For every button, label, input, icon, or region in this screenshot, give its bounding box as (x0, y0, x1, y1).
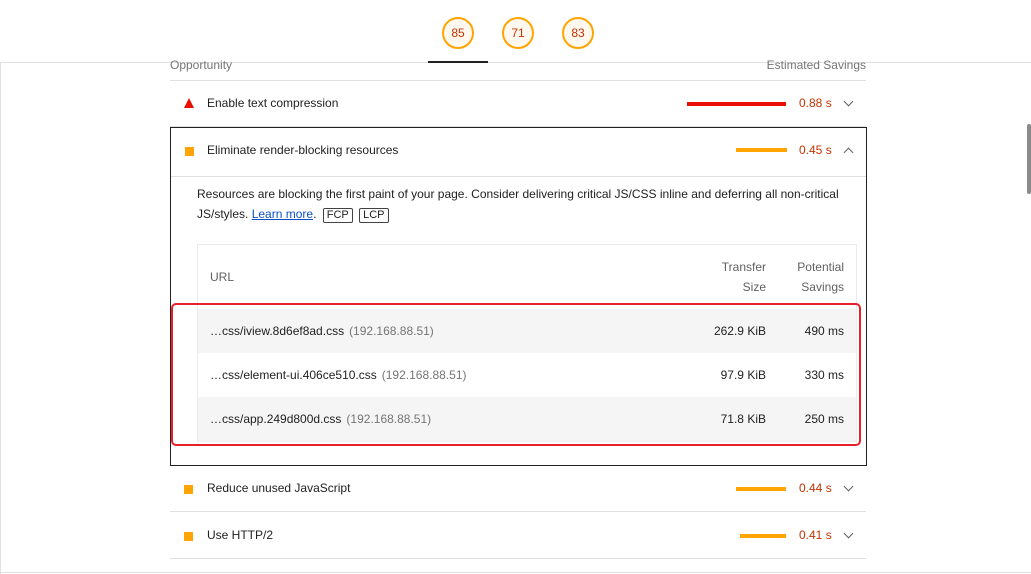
savings-bar (687, 102, 786, 106)
audit-description: Resources are blocking the first paint o… (197, 187, 839, 223)
column-header-url: URL (210, 270, 235, 284)
chevron-down-icon[interactable] (843, 96, 854, 107)
audit-header[interactable]: Eliminate render-blocking resources 0.45… (171, 128, 866, 177)
column-header-size: Size (742, 280, 766, 294)
score-value: 71 (511, 26, 525, 40)
metric-badge-lcp: LCP (359, 208, 389, 223)
audit-savings: 0.41 s (799, 528, 832, 542)
savings-bar (740, 534, 786, 538)
audit-enable-text-compression[interactable]: Enable text compression 0.88 s (170, 81, 866, 127)
column-header-savings: Savings (801, 280, 844, 294)
audit-savings: 0.88 s (799, 96, 832, 110)
highlight-box (171, 303, 861, 446)
chevron-up-icon[interactable] (843, 147, 854, 158)
savings-bar (736, 487, 786, 491)
score-bar: 85 71 83 (0, 0, 1031, 63)
chevron-down-icon[interactable] (843, 528, 854, 539)
audit-title: Eliminate render-blocking resources (207, 143, 399, 157)
column-header-transfer: Transfer (721, 260, 766, 274)
average-square-icon (184, 532, 193, 541)
left-border (0, 0, 1, 574)
fail-triangle-icon (184, 98, 194, 108)
audit-title: Reduce unused JavaScript (207, 481, 351, 495)
audit-title: Enable text compression (207, 96, 339, 110)
score-value: 85 (451, 26, 465, 40)
opportunity-label: Opportunity (170, 58, 233, 72)
scrollbar-thumb[interactable] (1027, 124, 1031, 194)
score-gauge-accessibility[interactable]: 71 (502, 17, 534, 49)
column-header-potential: Potential (797, 260, 844, 274)
opportunity-header: Opportunity Estimated Savings (170, 58, 866, 81)
chevron-down-icon[interactable] (843, 481, 854, 492)
learn-more-link[interactable]: Learn more (252, 207, 313, 221)
audit-savings: 0.44 s (799, 481, 832, 495)
bottom-divider (0, 572, 1031, 573)
metric-badge-fcp: FCP (322, 208, 353, 223)
audit-savings: 0.45 s (799, 143, 832, 157)
estimated-savings-label: Estimated Savings (766, 58, 866, 72)
score-gauge-best-practices[interactable]: 83 (562, 17, 594, 49)
audit-reduce-unused-javascript[interactable]: Reduce unused JavaScript 0.44 s (170, 466, 866, 512)
audit-use-http2[interactable]: Use HTTP/2 0.41 s (170, 513, 866, 559)
score-gauge-performance[interactable]: 85 (442, 17, 474, 49)
average-square-icon (184, 485, 193, 494)
average-square-icon (185, 147, 194, 156)
score-value: 83 (571, 26, 585, 40)
savings-bar (736, 148, 787, 152)
audit-title: Use HTTP/2 (207, 528, 274, 542)
